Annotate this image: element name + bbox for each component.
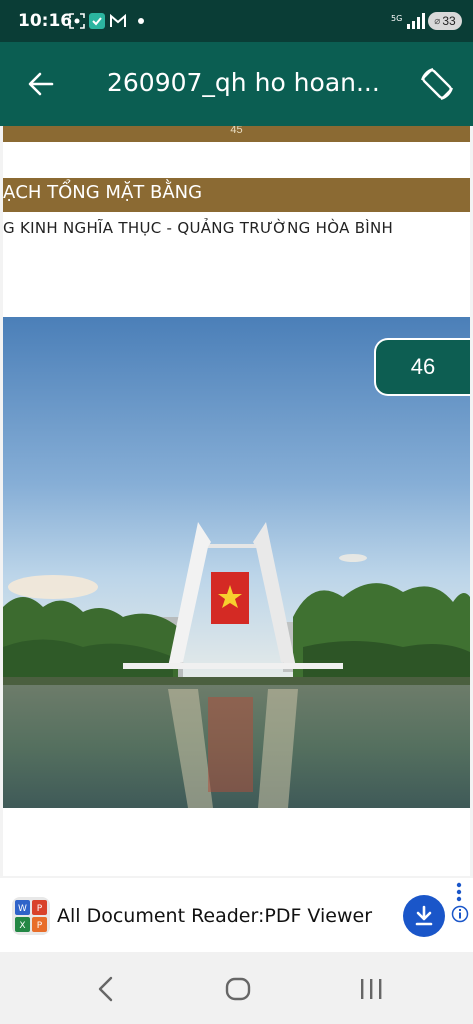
pdf-page: 45 ẠCH TỔNG MẶT BẰNG G KINH NGHĨA THỤC -…	[3, 126, 470, 876]
signal-5g-icon: 5G	[391, 13, 425, 29]
page-number-badge[interactable]: 46	[374, 338, 470, 396]
svg-text:P: P	[37, 904, 43, 914]
nav-back-icon[interactable]	[96, 976, 116, 1002]
ad-title[interactable]: All Document Reader:PDF Viewer	[57, 905, 372, 927]
app-bar: 260907_qh ho hoan...	[0, 42, 473, 126]
page-subheading: G KINH NGHĨA THỤC - QUẢNG TRƯỜNG HÒA BÌN…	[3, 219, 394, 237]
task-check-icon	[89, 13, 105, 29]
info-icon[interactable]	[451, 905, 469, 923]
pdf-viewer[interactable]: 45 ẠCH TỔNG MẶT BẰNG G KINH NGHĨA THỤC -…	[0, 126, 473, 878]
svg-text:X: X	[19, 921, 25, 931]
battery-indicator: ⌀ 33	[428, 12, 462, 30]
page-heading: ẠCH TỔNG MẶT BẰNG	[3, 182, 203, 203]
screenshot-icon	[69, 13, 85, 29]
more-options-icon[interactable]	[456, 882, 462, 902]
gmail-icon	[110, 13, 126, 27]
svg-text:W: W	[18, 904, 27, 914]
status-time: 10:16	[18, 11, 73, 31]
document-title: 260907_qh ho hoan...	[107, 68, 380, 97]
download-icon	[415, 905, 433, 926]
screen-rotation-icon[interactable]	[419, 66, 455, 102]
nav-home-icon[interactable]	[225, 977, 251, 1001]
download-button[interactable]	[403, 895, 445, 937]
battery-saver-icon: ⌀	[434, 15, 441, 27]
system-nav-bar	[0, 952, 473, 1024]
nav-recents-icon[interactable]	[358, 978, 384, 1000]
ad-banner[interactable]: W P X P All Document Reader:PDF Viewer	[0, 878, 473, 952]
office-docs-icon[interactable]: W P X P	[12, 897, 50, 935]
svg-text:5G: 5G	[391, 14, 402, 23]
prev-page-number: 45	[230, 126, 243, 136]
status-bar: 10:16 5G ⌀ 33	[0, 0, 473, 42]
prev-page-footer-band: 45	[3, 126, 470, 142]
svg-text:P: P	[37, 921, 43, 931]
battery-level: 33	[442, 14, 456, 28]
back-button[interactable]	[28, 71, 54, 97]
notification-dot-icon	[138, 18, 144, 24]
